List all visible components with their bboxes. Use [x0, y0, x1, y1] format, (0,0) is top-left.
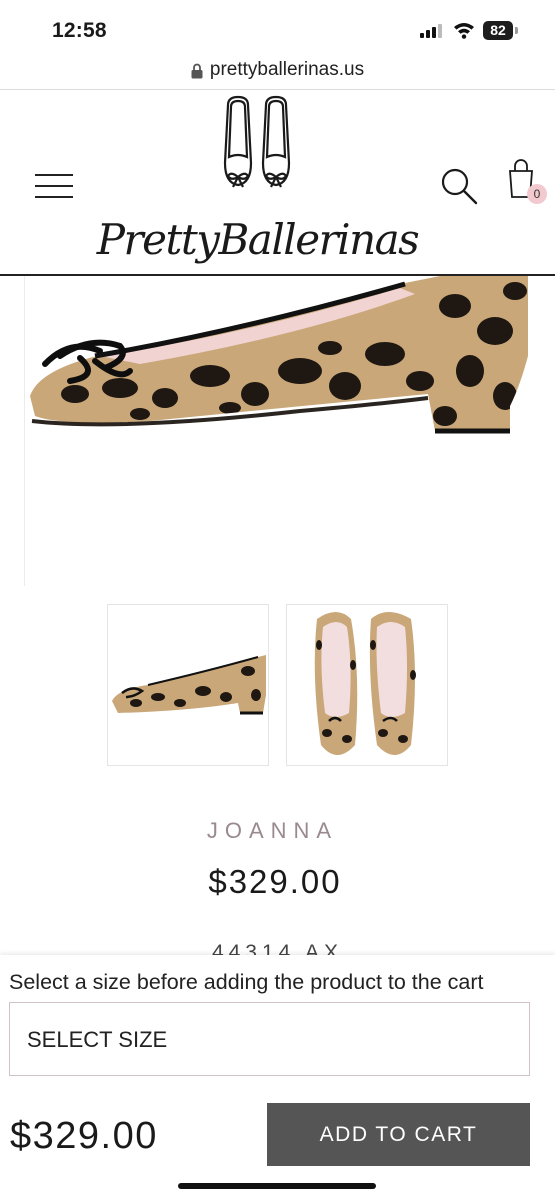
size-select-label: SELECT SIZE: [27, 1027, 168, 1052]
url-bar[interactable]: prettyballerinas.us: [0, 50, 555, 90]
thumbnail-side-view[interactable]: [107, 604, 269, 766]
status-time: 12:58: [52, 19, 107, 42]
sticky-purchase-bar: Select a size before adding the product …: [0, 955, 555, 1200]
ballerina-logo-icon[interactable]: [218, 95, 296, 201]
cart-count-badge[interactable]: 0: [527, 184, 547, 204]
size-hint-text: Select a size before adding the product …: [9, 970, 484, 994]
image-divider: [24, 276, 25, 586]
search-icon[interactable]: [439, 166, 479, 206]
battery-icon: 82: [483, 21, 513, 40]
url-text: prettyballerinas.us: [209, 58, 365, 80]
product-sku: 44314 AX: [211, 941, 344, 955]
product-price: $329.00: [208, 863, 342, 900]
product-main-image[interactable]: [0, 276, 555, 586]
brand-name[interactable]: PrettyBallerinas: [0, 215, 515, 264]
product-name: JOANNA: [206, 818, 339, 843]
wifi-icon: [454, 23, 474, 39]
home-indicator: [178, 1183, 376, 1189]
thumbnail-side-image: [112, 655, 266, 715]
lock-icon: [191, 63, 203, 78]
sticky-price: $329.00: [10, 1115, 158, 1157]
menu-icon[interactable]: [35, 174, 75, 204]
add-to-cart-button[interactable]: ADD TO CART: [267, 1103, 530, 1166]
thumbnail-top-image: [314, 612, 416, 755]
thumbnail-top-view[interactable]: [286, 604, 448, 766]
battery-tip: [515, 27, 518, 34]
site-header: PrettyBallerinas 0: [0, 91, 555, 276]
status-bar: 12:58 82: [0, 0, 555, 50]
size-select[interactable]: SELECT SIZE: [9, 1002, 530, 1076]
signal-icon: [420, 24, 442, 38]
leopard-shoe-illustration: [30, 276, 528, 434]
